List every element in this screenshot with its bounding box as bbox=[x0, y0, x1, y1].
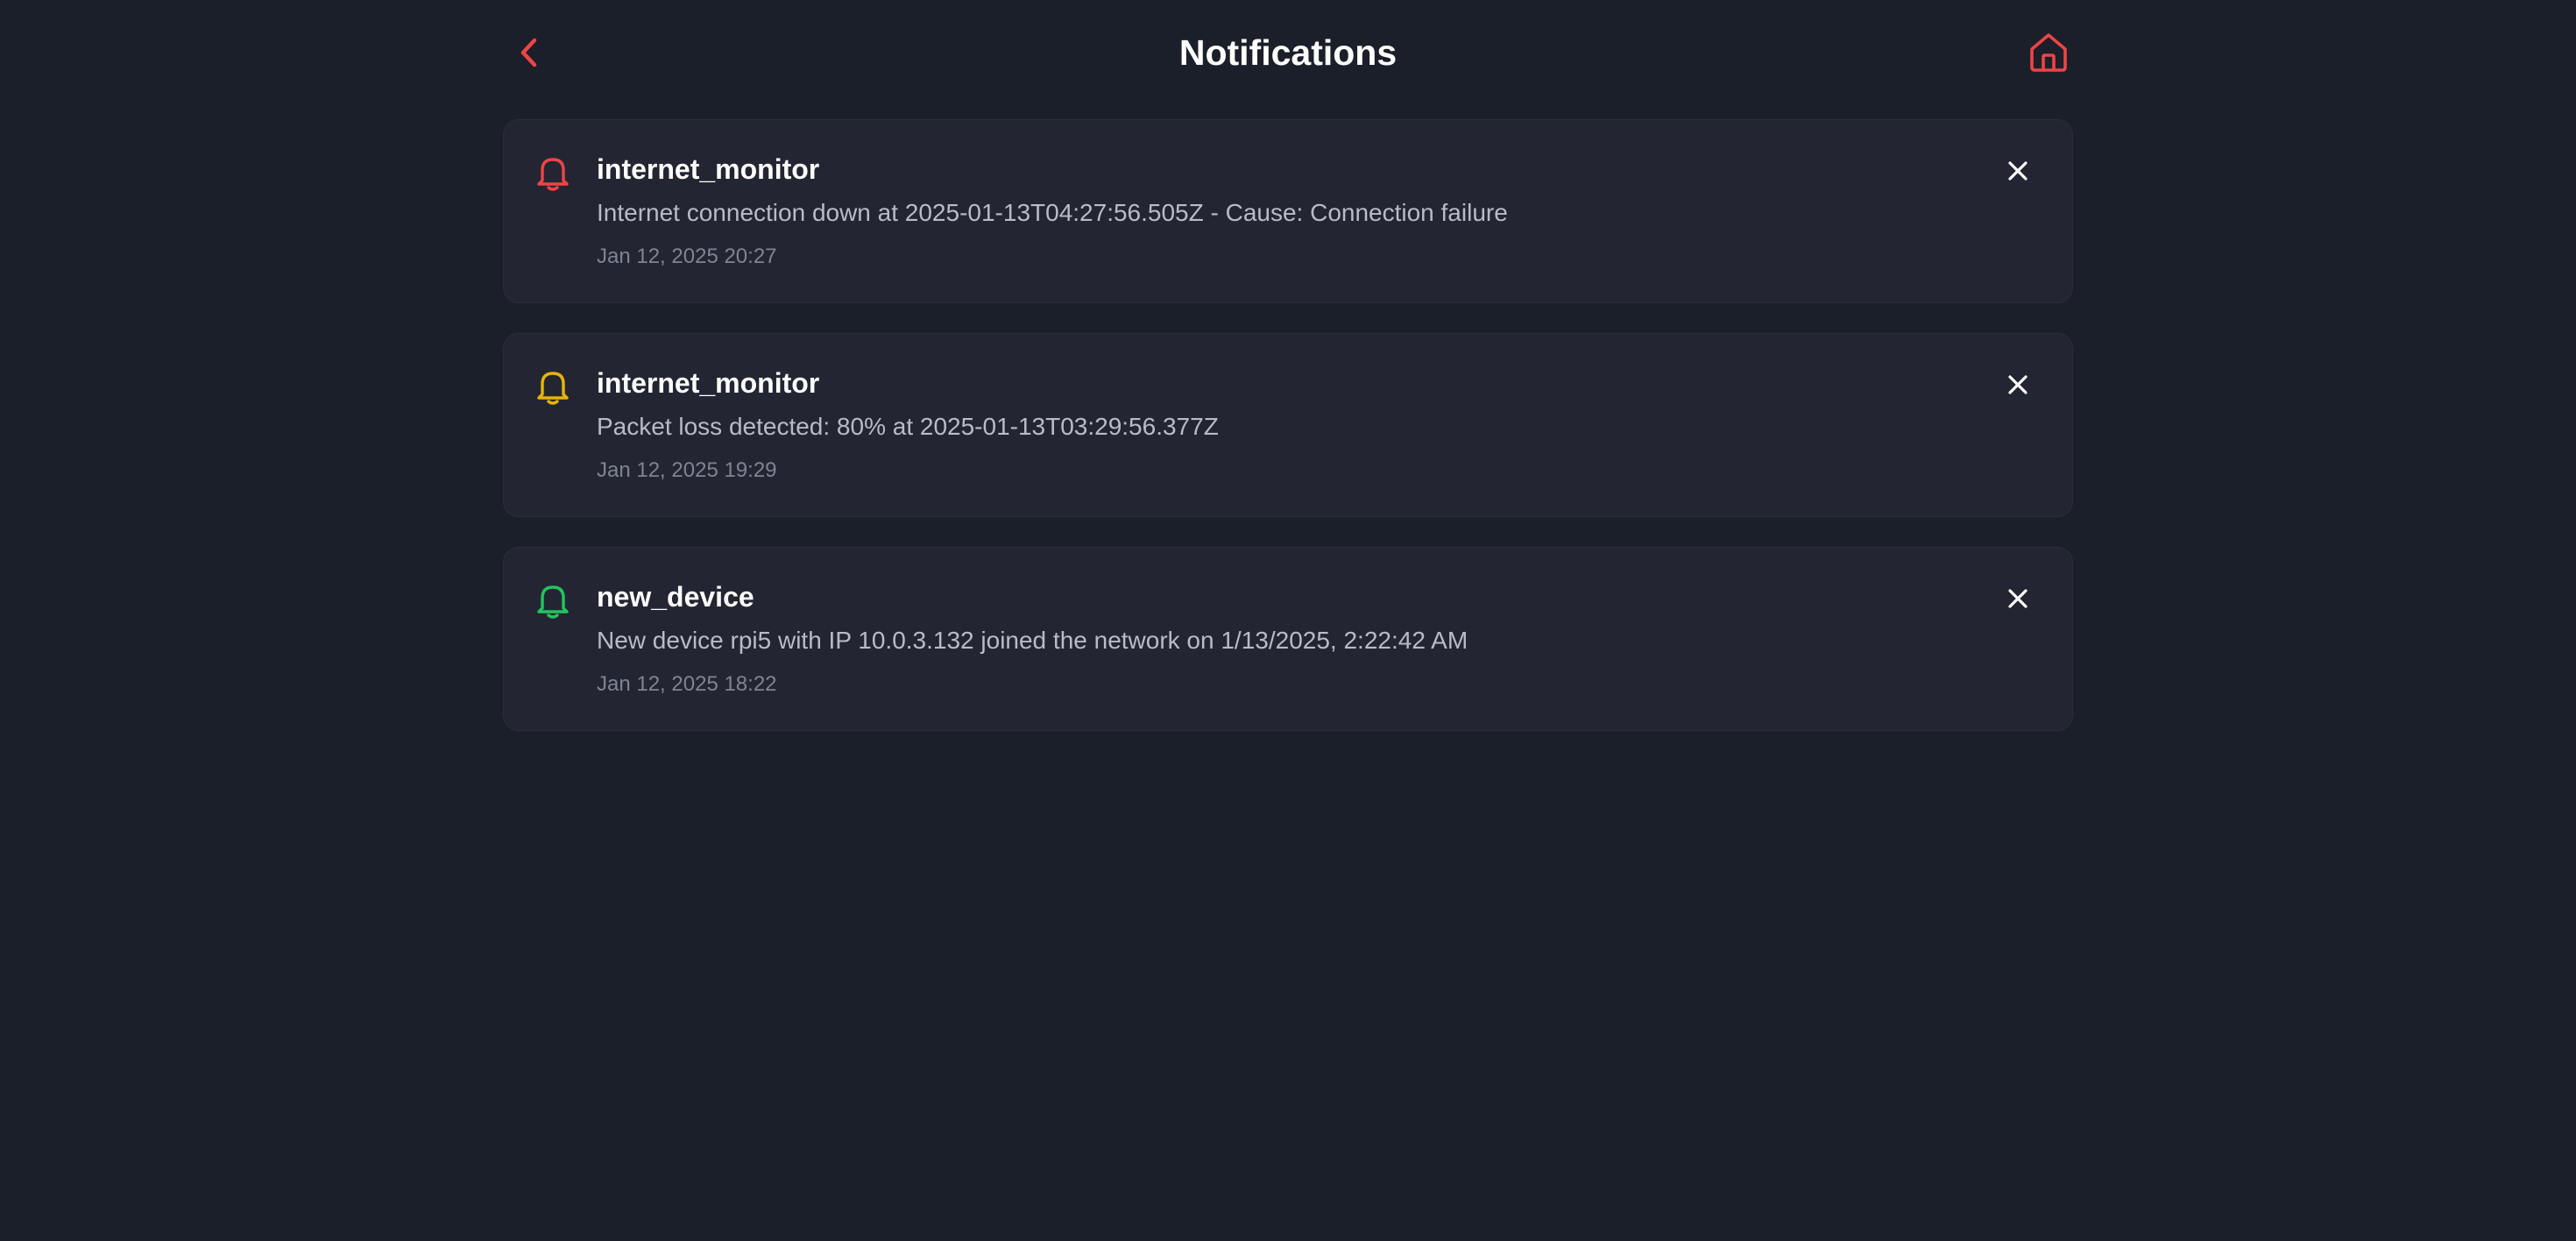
bell-icon bbox=[534, 581, 572, 620]
close-icon bbox=[2008, 375, 2028, 394]
close-icon bbox=[2008, 589, 2028, 608]
notification-source: internet_monitor bbox=[597, 153, 820, 185]
notification-timestamp: Jan 12, 2025 20:27 bbox=[597, 245, 777, 268]
dismiss-button[interactable] bbox=[1999, 365, 2037, 404]
notification-timestamp: Jan 12, 2025 18:22 bbox=[597, 672, 777, 696]
home-icon bbox=[2030, 33, 2067, 72]
dismiss-button[interactable] bbox=[1999, 152, 2037, 190]
notification-card: internet_monitor Internet connection dow… bbox=[503, 119, 2073, 303]
notifications-page: Notifications internet_monitor Internet … bbox=[0, 0, 2576, 1241]
dismiss-button[interactable] bbox=[1999, 579, 2037, 618]
notification-card: new_device New device rpi5 with IP 10.0.… bbox=[503, 547, 2073, 731]
page-title: Notifications bbox=[1178, 32, 1398, 73]
notification-source: internet_monitor bbox=[597, 367, 820, 399]
header: Notifications bbox=[503, 0, 2073, 105]
notification-list: internet_monitor Internet connection dow… bbox=[503, 119, 2073, 761]
close-icon bbox=[2008, 161, 2028, 181]
notification-message: Internet connection down at 2025-01-13T0… bbox=[597, 199, 1508, 226]
bell-icon bbox=[534, 153, 572, 192]
notification-card: internet_monitor Packet loss detected: 8… bbox=[503, 333, 2073, 517]
notification-source: new_device bbox=[597, 581, 754, 613]
bell-icon bbox=[534, 367, 572, 406]
notification-content: internet_monitor Internet connection dow… bbox=[597, 152, 1967, 271]
content-container: Notifications internet_monitor Internet … bbox=[503, 0, 2073, 731]
notification-timestamp: Jan 12, 2025 19:29 bbox=[597, 458, 777, 482]
home-button[interactable] bbox=[2024, 28, 2073, 77]
notification-content: new_device New device rpi5 with IP 10.0.… bbox=[597, 579, 1967, 699]
notification-content: internet_monitor Packet loss detected: 8… bbox=[597, 365, 1967, 485]
notification-message: Packet loss detected: 80% at 2025-01-13T… bbox=[597, 413, 1219, 440]
notification-message: New device rpi5 with IP 10.0.3.132 joine… bbox=[597, 627, 1468, 654]
